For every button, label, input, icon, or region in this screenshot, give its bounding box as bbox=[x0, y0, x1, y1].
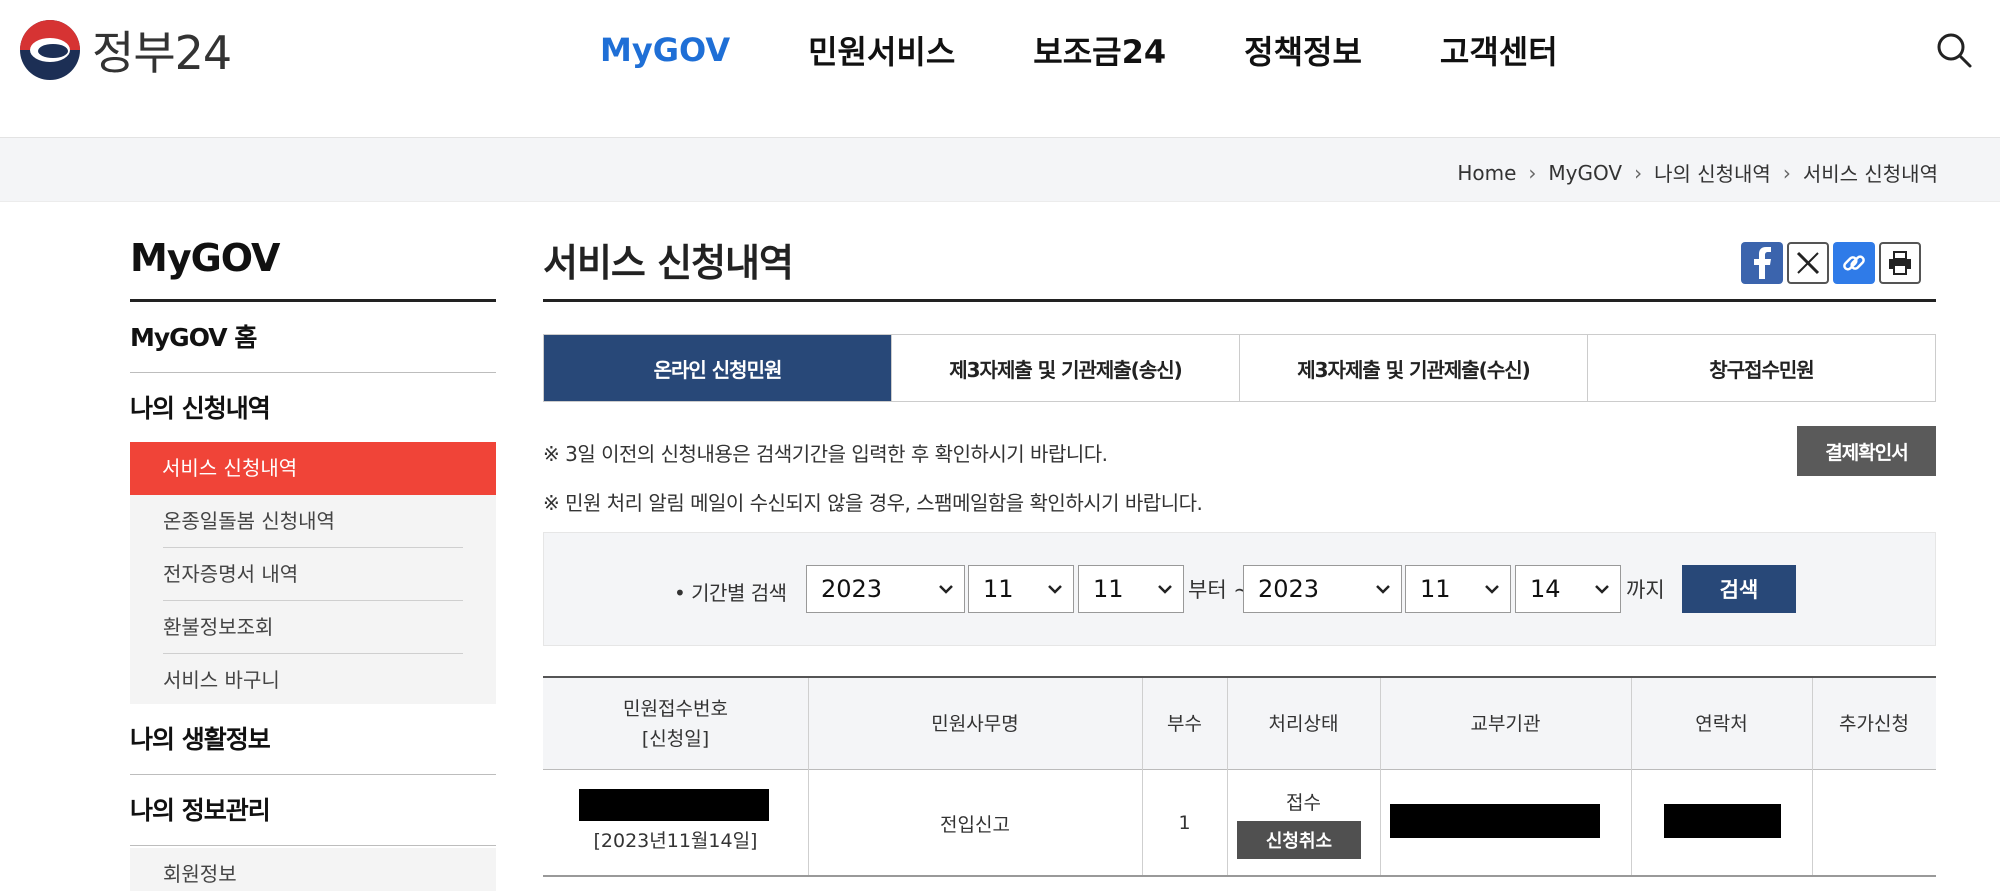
column-divider bbox=[1631, 678, 1632, 875]
period-search-label: • 기간별 검색 bbox=[674, 581, 787, 605]
breadcrumb-home[interactable]: Home bbox=[1457, 161, 1516, 185]
nav-item-policy-info[interactable]: 정책정보 bbox=[1244, 27, 1362, 73]
taegeuk-logo-icon bbox=[20, 20, 80, 80]
chevron-down-icon bbox=[1376, 585, 1390, 594]
chevron-right-icon: › bbox=[1634, 160, 1643, 185]
logo[interactable]: 정부24 bbox=[20, 18, 232, 82]
column-divider bbox=[1380, 678, 1381, 875]
select-value: 11 bbox=[983, 575, 1014, 603]
select-value: 11 bbox=[1420, 575, 1451, 603]
chevron-down-icon bbox=[1595, 585, 1609, 594]
search-icon[interactable] bbox=[1934, 30, 1974, 70]
header-label: 민원접수번호 bbox=[623, 698, 728, 720]
header-label: [신청일] bbox=[641, 728, 710, 750]
table-bottom-border bbox=[543, 875, 1936, 877]
print-icon[interactable] bbox=[1879, 242, 1921, 284]
sidebar-item-refund-info[interactable]: 환불정보조회 bbox=[163, 601, 463, 654]
select-value: 2023 bbox=[1258, 575, 1320, 603]
select-value: 2023 bbox=[821, 575, 883, 603]
from-suffix: 부터 ~ bbox=[1188, 578, 1251, 602]
redacted-contact bbox=[1664, 804, 1781, 838]
payment-receipt-button[interactable]: 결제확인서 bbox=[1797, 426, 1936, 476]
nav-item-customer-center[interactable]: 고객센터 bbox=[1440, 27, 1558, 73]
column-header-receipt-number: 민원접수번호 [신청일] bbox=[543, 678, 808, 770]
tab-third-party-received[interactable]: 제3자제출 및 기관제출(수신) bbox=[1239, 335, 1587, 401]
to-day-select[interactable]: 14 bbox=[1515, 565, 1621, 613]
application-type-tabs: 온라인 신청민원 제3자제출 및 기관제출(송신) 제3자제출 및 기관제출(수… bbox=[543, 334, 1936, 402]
service-name[interactable]: 전입신고 bbox=[808, 771, 1142, 875]
breadcrumb-my-applications[interactable]: 나의 신청내역 bbox=[1654, 158, 1771, 187]
from-year-select[interactable]: 2023 bbox=[806, 565, 965, 613]
notice-text: ※ 민원 처리 알림 메일이 수신되지 않을 경우, 스팸메일함을 확인하시기 … bbox=[543, 491, 1203, 515]
site-header: 정부24 MyGOV 민원서비스 보조금24 정책정보 고객센터 bbox=[0, 0, 2000, 138]
column-header-service-name: 민원사무명 bbox=[931, 713, 1019, 735]
apply-date: [2023년11월14일] bbox=[593, 829, 758, 852]
column-header-contact: 연락처 bbox=[1695, 713, 1748, 735]
breadcrumb-bar: Home › MyGOV › 나의 신청내역 › 서비스 신청내역 bbox=[0, 138, 2000, 202]
sidebar-title: MyGOV bbox=[130, 236, 280, 280]
chevron-down-icon bbox=[1158, 585, 1172, 594]
to-year-select[interactable]: 2023 bbox=[1243, 565, 1402, 613]
redacted-receipt-number bbox=[579, 789, 769, 821]
from-month-select[interactable]: 11 bbox=[968, 565, 1074, 613]
page-title: 서비스 신청내역 bbox=[543, 241, 794, 285]
sidebar-item-service-history[interactable]: 서비스 신청내역 bbox=[130, 442, 496, 495]
sidebar-item-service-basket[interactable]: 서비스 바구니 bbox=[163, 654, 463, 707]
status-badge: 접수 bbox=[1286, 791, 1321, 814]
sidebar-item-life-info[interactable]: 나의 생활정보 bbox=[130, 704, 496, 775]
x-icon[interactable] bbox=[1787, 242, 1829, 284]
facebook-icon[interactable] bbox=[1741, 242, 1783, 284]
extra-application bbox=[1812, 771, 1936, 875]
chevron-right-icon: › bbox=[1782, 160, 1791, 185]
sidebar-item-all-day-care[interactable]: 온종일돌봄 신청내역 bbox=[163, 495, 463, 548]
tab-counter-applications[interactable]: 창구접수민원 bbox=[1587, 335, 1935, 401]
column-divider bbox=[1227, 678, 1228, 875]
column-header-agency: 교부기관 bbox=[1470, 713, 1541, 735]
from-day-select[interactable]: 11 bbox=[1078, 565, 1184, 613]
column-header-copies: 부수 bbox=[1167, 713, 1202, 735]
nav-item-subsidy24[interactable]: 보조금24 bbox=[1033, 27, 1166, 73]
breadcrumb-service-history[interactable]: 서비스 신청내역 bbox=[1803, 158, 1938, 187]
main-nav: MyGOV 민원서비스 보조금24 정책정보 고객센터 bbox=[600, 24, 1636, 76]
breadcrumb-mygov[interactable]: MyGOV bbox=[1548, 161, 1622, 185]
column-header-extra: 추가신청 bbox=[1839, 713, 1909, 735]
breadcrumb: Home › MyGOV › 나의 신청내역 › 서비스 신청내역 bbox=[1457, 158, 1938, 187]
sidebar-item-info-management[interactable]: 나의 정보관리 bbox=[130, 775, 496, 846]
cancel-application-button[interactable]: 신청취소 bbox=[1237, 821, 1361, 859]
redacted-agency bbox=[1390, 804, 1600, 838]
sidebar-item-mygov-home[interactable]: MyGOV 홈 bbox=[130, 302, 496, 373]
select-value: 14 bbox=[1530, 575, 1561, 603]
tab-third-party-sent[interactable]: 제3자제출 및 기관제출(송신) bbox=[891, 335, 1239, 401]
chevron-down-icon bbox=[939, 585, 953, 594]
sidebar-item-member-info[interactable]: 회원정보 bbox=[163, 848, 237, 891]
chevron-right-icon: › bbox=[1528, 160, 1537, 185]
sidebar-item-my-applications[interactable]: 나의 신청내역 bbox=[130, 373, 496, 444]
to-suffix: 까지 bbox=[1626, 578, 1665, 602]
nav-item-civil-service[interactable]: 민원서비스 bbox=[808, 27, 955, 73]
to-month-select[interactable]: 11 bbox=[1405, 565, 1511, 613]
column-header-status: 처리상태 bbox=[1268, 713, 1339, 735]
divider bbox=[543, 299, 1936, 302]
search-button[interactable]: 검색 bbox=[1682, 565, 1796, 613]
chevron-down-icon bbox=[1048, 585, 1062, 594]
notice-text: ※ 3일 이전의 신청내용은 검색기간을 입력한 후 확인하시기 바랍니다. bbox=[543, 442, 1108, 466]
link-icon[interactable] bbox=[1833, 242, 1875, 284]
select-value: 11 bbox=[1093, 575, 1124, 603]
copies: 1 bbox=[1178, 812, 1191, 834]
tab-online-applications[interactable]: 온라인 신청민원 bbox=[544, 335, 891, 401]
chevron-down-icon bbox=[1485, 585, 1499, 594]
logo-text: 정부24 bbox=[92, 26, 232, 80]
nav-item-mygov[interactable]: MyGOV bbox=[600, 31, 730, 69]
sidebar-item-e-certificates[interactable]: 전자증명서 내역 bbox=[163, 548, 463, 601]
